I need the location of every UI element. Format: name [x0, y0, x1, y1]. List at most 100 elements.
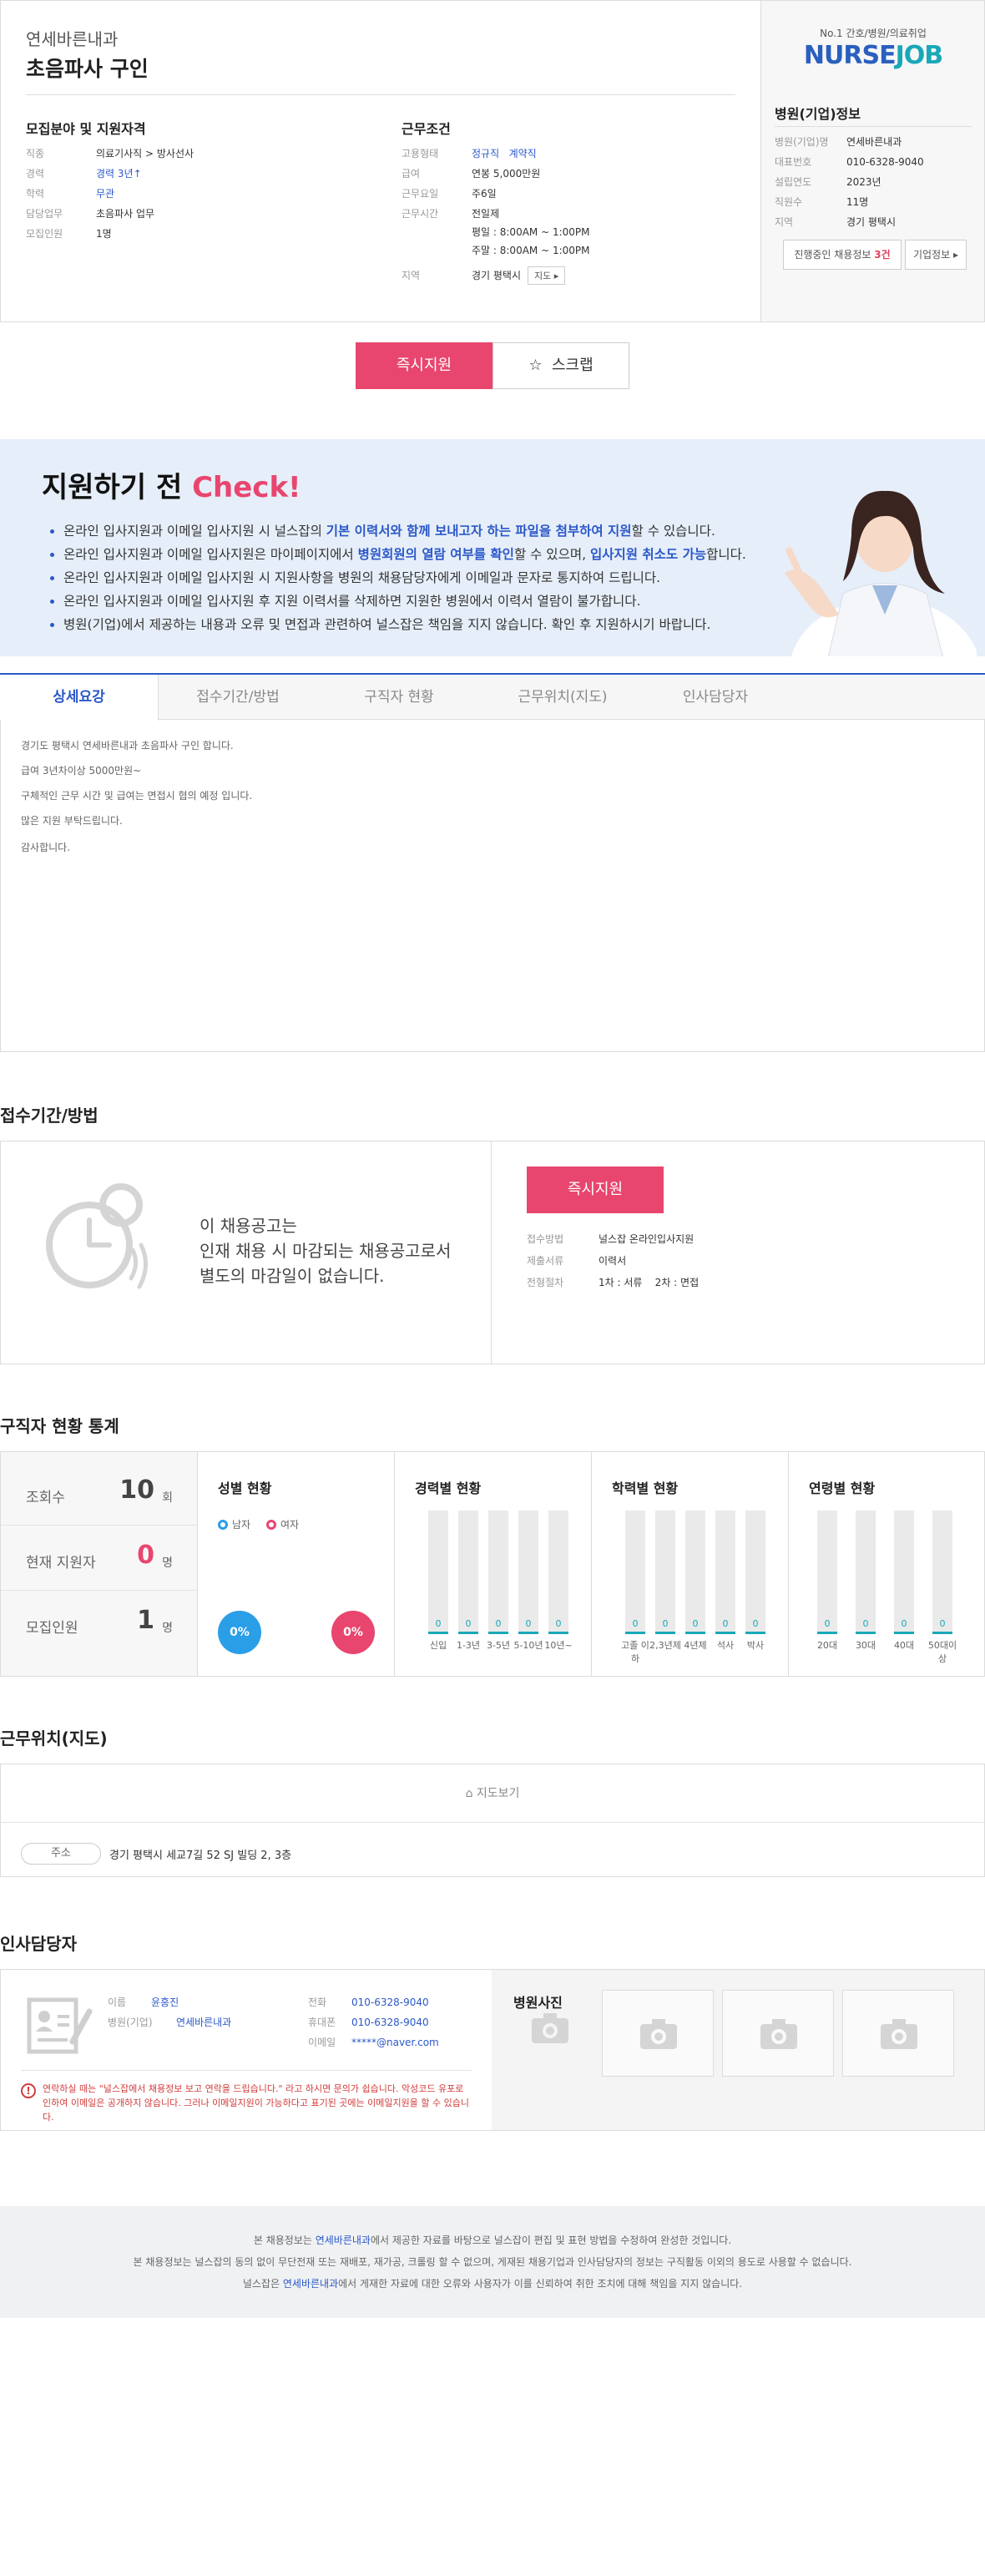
row-label: 직원수 [775, 196, 803, 208]
row-value: 주6일 [472, 188, 497, 200]
stat-bar-label: 4년제 [684, 1640, 707, 1651]
row-label: 직종 [26, 148, 45, 159]
recruit-row-career: 경력 경력 3년↑ [26, 166, 142, 180]
stat-bar-label: 10년~ [544, 1640, 573, 1651]
job-title: 초음파사 구인 [26, 57, 149, 81]
check-banner: 지원하기 전 Check! 온라인 입사지원과 이메일 입사지원 시 널스잡의 … [0, 439, 985, 656]
tab-period[interactable]: 접수기간/방법 [159, 675, 317, 720]
stat-bar-value: 0 [435, 1618, 442, 1629]
stat-bar-value: 0 [752, 1618, 759, 1629]
stats-gender-title: 성별 현황 [218, 1480, 272, 1496]
hr-phone: 전화 010-6328-9040 [308, 1995, 429, 2009]
row-label: 급여 [402, 168, 421, 180]
map-button[interactable]: 지도 ▸ [528, 266, 566, 285]
footer-hospital-link[interactable]: 연세바른내과 [316, 2234, 371, 2246]
stat-bar: 0 [932, 1511, 952, 1634]
conditions-heading: 근무조건 [402, 121, 451, 137]
apply-now-button[interactable]: 즉시지원 [356, 342, 492, 389]
row-label: 병원(기업)명 [775, 136, 829, 148]
row-label: 고용형태 [402, 148, 439, 159]
row-value: 의료기사직 > 방사선사 [96, 148, 194, 159]
stat-bar-label: 30대 [855, 1640, 876, 1651]
warning-text: 연락하실 때는 "널스잡에서 채용정보 보고 연락을 드립습니다." 라고 하시… [43, 2083, 469, 2123]
item-text: 병원(기업)에서 제공하는 내용과 오류 및 면접과 관련하여 널스잡은 책임을… [63, 617, 711, 632]
tab-applicants[interactable]: 구직자 현황 [317, 675, 481, 720]
ongoing-jobs-button[interactable]: 진행중인 채용정보 3건 [783, 240, 902, 270]
stat-unit: 명 [162, 1556, 173, 1570]
legend-male: 남자 [218, 1517, 250, 1531]
row-value: 윤흥진 [151, 1997, 179, 2008]
tab-location[interactable]: 근무위치(지도) [481, 675, 644, 720]
item-text: 할 수 있습니다. [631, 524, 715, 539]
job-summary-main: 연세바른내과 초음파사 구인 모집분야 및 지원자격 직종 의료기사직 > 방사선… [1, 1, 760, 321]
camera-icon [760, 2019, 797, 2049]
hospital-row-phone: 대표번호 010-6328-9040 [775, 154, 924, 169]
photo-slot[interactable] [602, 1990, 714, 2077]
stat-label: 조회수 [26, 1490, 65, 1506]
item-emphasis: 기본 이력서와 함께 보내고자 하는 파일을 첨부하여 지원 [326, 524, 632, 539]
stat-bar: 0 [488, 1511, 508, 1634]
row-label: 접수방법 [527, 1233, 564, 1245]
tab-detail[interactable]: 상세요강 [0, 675, 159, 721]
row-value: 1차 : 서류 2차 : 면접 [599, 1277, 700, 1288]
button-label: 지도보기 [476, 1787, 520, 1800]
row-value: 경기 평택시 [472, 270, 522, 281]
stat-bar-fill [548, 1632, 568, 1634]
stat-bar-value: 0 [824, 1618, 831, 1629]
footer-hospital-link[interactable]: 연세바른내과 [283, 2278, 338, 2290]
stat-bar: 0 [655, 1511, 675, 1634]
stat-bar-fill [856, 1632, 876, 1634]
row-value: 이력서 [599, 1255, 627, 1267]
female-dot-icon [266, 1520, 276, 1530]
footer-text: 에서 게재한 자료에 대한 오류와 사용자가 이를 신뢰하여 취한 조치에 대해… [338, 2278, 743, 2290]
photo-slot[interactable] [722, 1990, 834, 2077]
stat-bar-fill [625, 1632, 645, 1634]
brand-tagline: No.1 간호/병원/의료취업 [820, 28, 927, 39]
footer-line: 본 채용정보는 연세바른내과에서 제공한 자료를 바탕으로 널스잡이 편집 및 … [0, 2233, 985, 2247]
row-value: 경기 평택시 [846, 216, 897, 228]
period-box: 이 채용공고는 인재 채용 시 마감되는 채용공고로서 별도의 마감일이 없습니… [0, 1141, 985, 1364]
stat-bar-label: 3-5년 [486, 1640, 511, 1651]
photo-slot[interactable] [842, 1990, 954, 2077]
stats-education: 학력별 현황 0 고졸 이하 0 2,3년제 0 4년제 0 석사 0 박사 [592, 1452, 789, 1676]
row-label: 휴대폰 [308, 2017, 336, 2028]
conditions-hours-weekend: 주말 : 8:00AM ~ 1:00PM [472, 243, 589, 257]
legend-label: 여자 [280, 1519, 300, 1531]
check-heading: 지원하기 전 Check! [42, 464, 301, 505]
detail-line: 구체적인 근무 시간 및 급여는 면접시 협의 예정 입니다. [21, 790, 253, 802]
footer-line: 본 채용정보는 널스잡의 동의 없이 무단전재 또는 재배포, 재가공, 크롤링… [133, 2256, 852, 2268]
hospital-name[interactable]: 연세바른내과 [26, 26, 118, 50]
stat-label: 현재 지원자 [26, 1555, 96, 1571]
heading-emphasis: Check! [192, 471, 301, 504]
row-label: 근무요일 [402, 188, 439, 200]
warning-icon: ! [21, 2083, 36, 2098]
row-label: 병원(기업) [108, 2017, 153, 2028]
stat-bar-value: 0 [939, 1618, 946, 1629]
period-apply-button[interactable]: 즉시지원 [527, 1167, 664, 1213]
row-label: 이메일 [308, 2037, 336, 2048]
row-label: 모집인원 [26, 228, 63, 240]
company-info-button[interactable]: 기업정보 ▸ [905, 240, 967, 270]
period-text: 이 채용공고는 인재 채용 시 마감되는 채용공고로서 별도의 마감일이 없습니… [200, 1213, 451, 1288]
stat-bar: 0 [817, 1511, 837, 1634]
row-value: 2023년 [846, 176, 881, 188]
section-title-map: 근무위치(지도) [0, 1728, 108, 1749]
row-value: 010-6328-9040 [351, 2017, 429, 2028]
heading-text: 지원하기 전 [42, 471, 193, 504]
scrap-button[interactable]: ☆ 스크랩 [492, 342, 629, 389]
stat-bar-label: 2,3년제 [649, 1640, 681, 1651]
male-dot-icon [218, 1520, 228, 1530]
tab-hr-manager[interactable]: 인사담당자 [644, 675, 786, 720]
stat-bar-value: 0 [722, 1618, 729, 1629]
row-value: 널스잡 온라인입사지원 [599, 1233, 695, 1245]
map-view-button[interactable]: ⌂ 지도보기 [1, 1764, 984, 1823]
divider [21, 2070, 472, 2071]
item-emphasis: 입사지원 취소도 가능 [589, 547, 707, 562]
detail-line: 급여 3년차이상 5000만원~ [21, 765, 142, 777]
hospital-info-sidebar: No.1 간호/병원/의료취업 NURSEJOB 병원(기업)정보 병원(기업)… [760, 1, 984, 321]
hr-warning: ! 연락하실 때는 "널스잡에서 채용정보 보고 연락을 드립습니다." 라고 하… [21, 2082, 472, 2124]
nursejob-logo[interactable]: NURSEJOB [761, 41, 985, 70]
stats-age: 연령별 현황 0 20대 0 30대 0 40대 0 50대이상 [789, 1452, 984, 1676]
check-item: 온라인 입사지원과 이메일 입사지원 시 지원사항을 병원의 채용담당자에게 이… [50, 566, 746, 590]
hospital-info-heading: 병원(기업)정보 [775, 106, 861, 122]
